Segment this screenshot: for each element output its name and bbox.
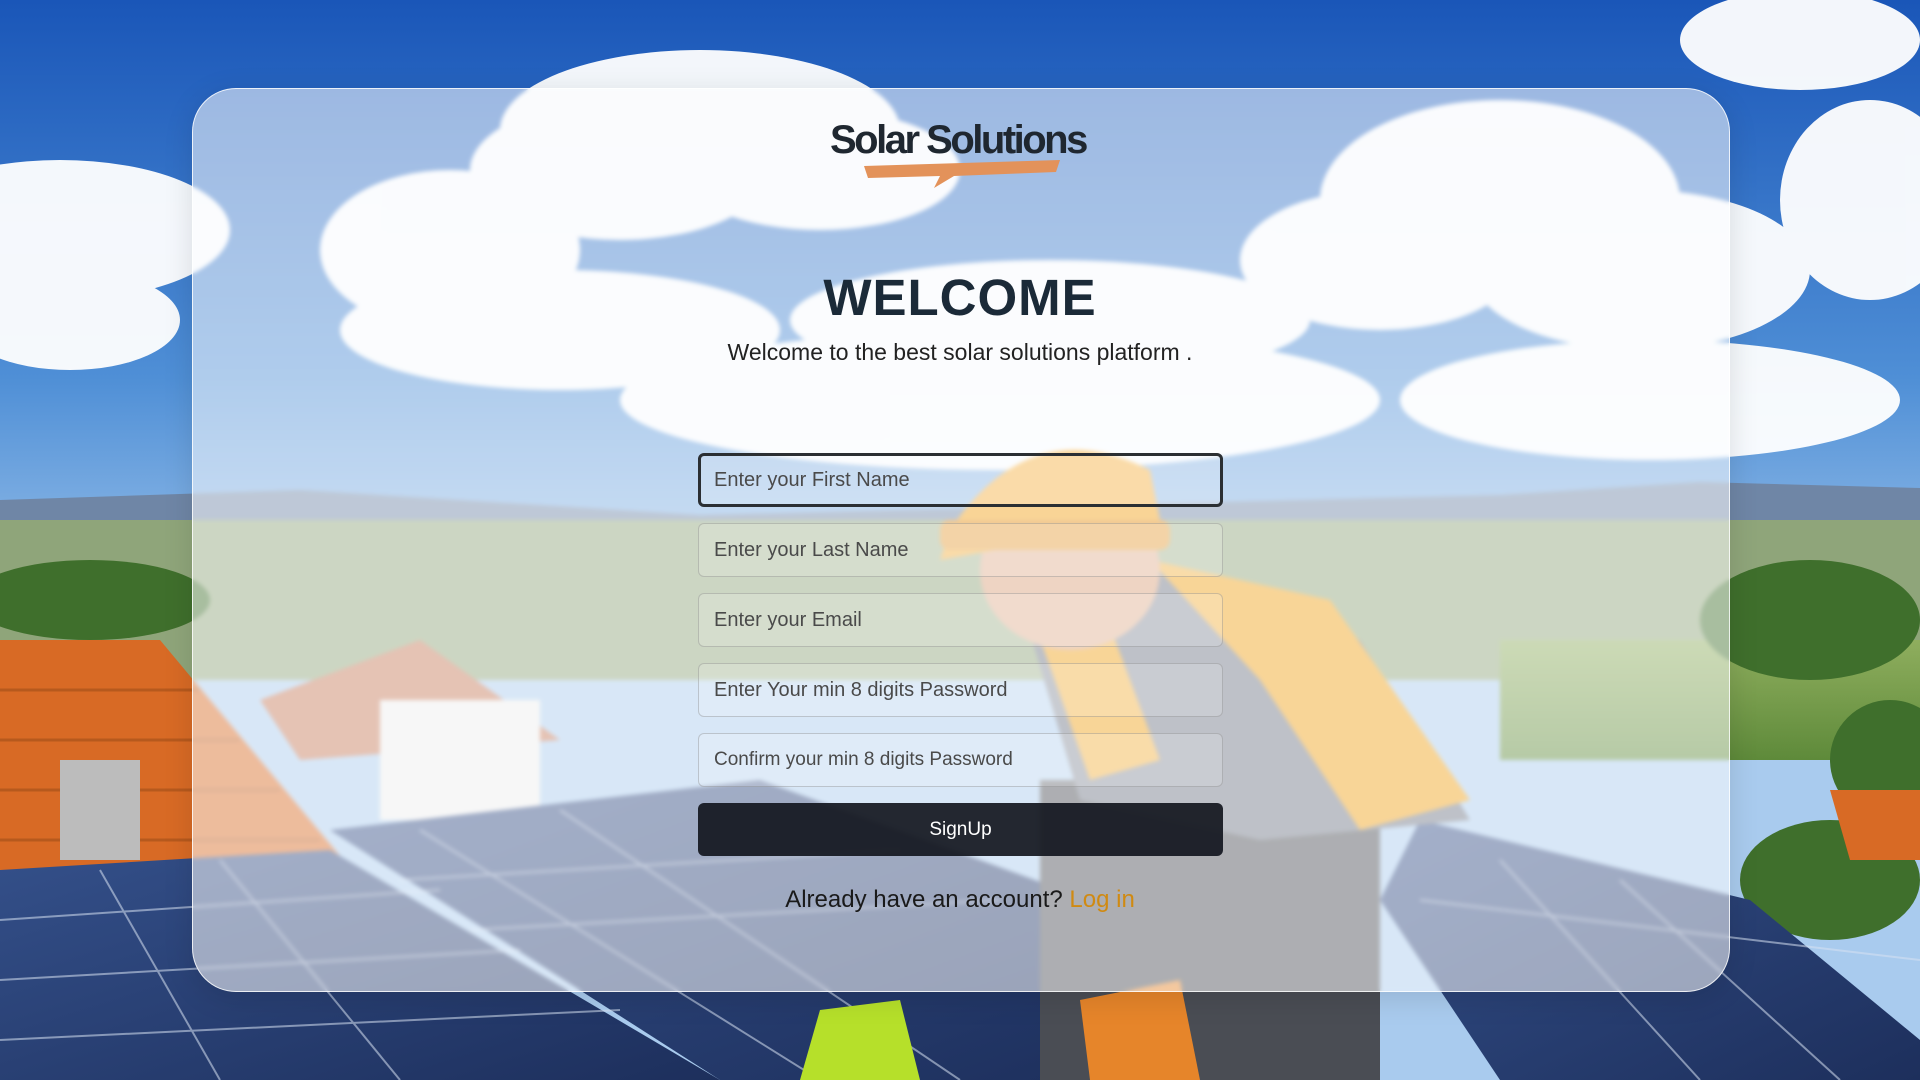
brand-logo: Solar Solutions [830,118,1090,190]
last-name-field[interactable] [698,523,1223,577]
first-name-field[interactable] [698,453,1223,507]
page-title: WELCOME [823,269,1097,326]
password-field[interactable] [698,663,1223,717]
login-prompt: Already have an account? Log in [0,886,1920,914]
login-link[interactable]: Log in [1069,886,1134,913]
signup-button[interactable]: SignUp [698,803,1223,856]
email-field[interactable] [698,593,1223,647]
logo-swoosh-icon [864,160,1060,188]
brand-name: Solar Solutions [830,118,1088,162]
login-prompt-text: Already have an account? [785,886,1070,913]
confirm-password-field[interactable] [698,733,1223,787]
page-subtitle: Welcome to the best solar solutions plat… [727,339,1193,365]
